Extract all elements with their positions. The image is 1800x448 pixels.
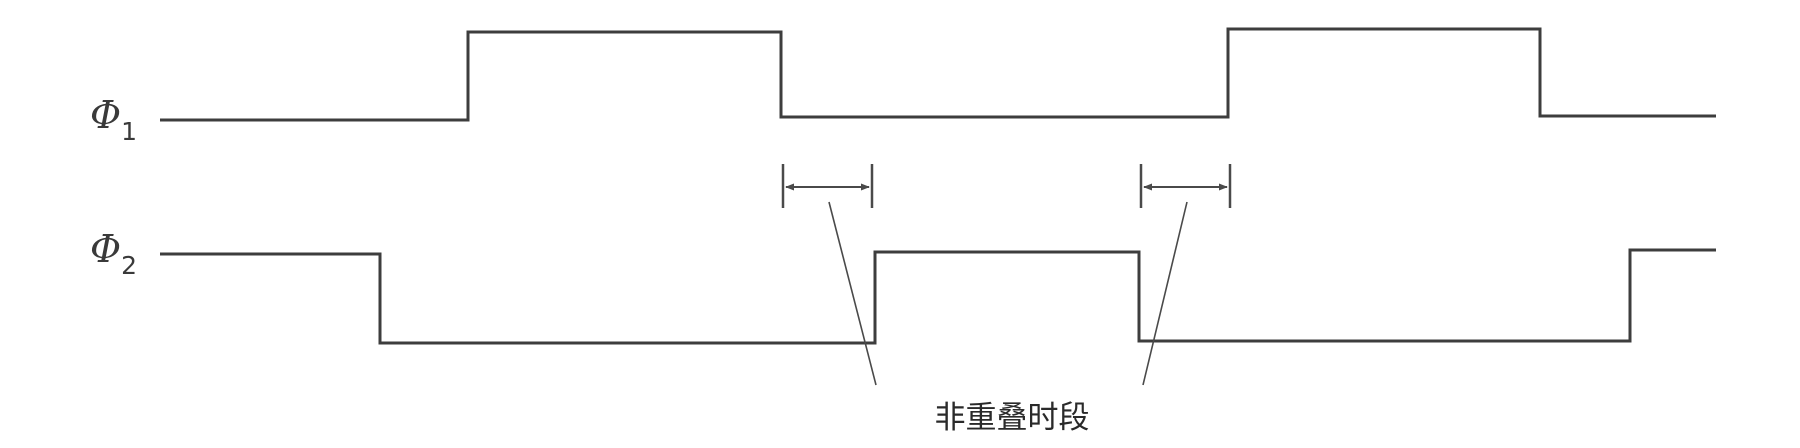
- phi2-waveform: [160, 248, 1716, 345]
- phi2-label: Φ2: [90, 227, 137, 280]
- phi1-waveform: [160, 27, 1716, 122]
- non-overlap-caption: 非重叠时段: [935, 400, 1090, 436]
- phi1-label: Φ1: [90, 93, 137, 146]
- non-overlap-bracket-1: [781, 164, 874, 208]
- non-overlap-bracket-2: [1139, 164, 1232, 208]
- leader-line-2: [1142, 201, 1188, 386]
- timing-diagram-svg: Φ1 Φ2 非重叠时段: [90, 27, 1716, 436]
- timing-diagram: Φ1 Φ2 非重叠时段: [0, 0, 1800, 448]
- leader-line-1: [828, 201, 877, 386]
